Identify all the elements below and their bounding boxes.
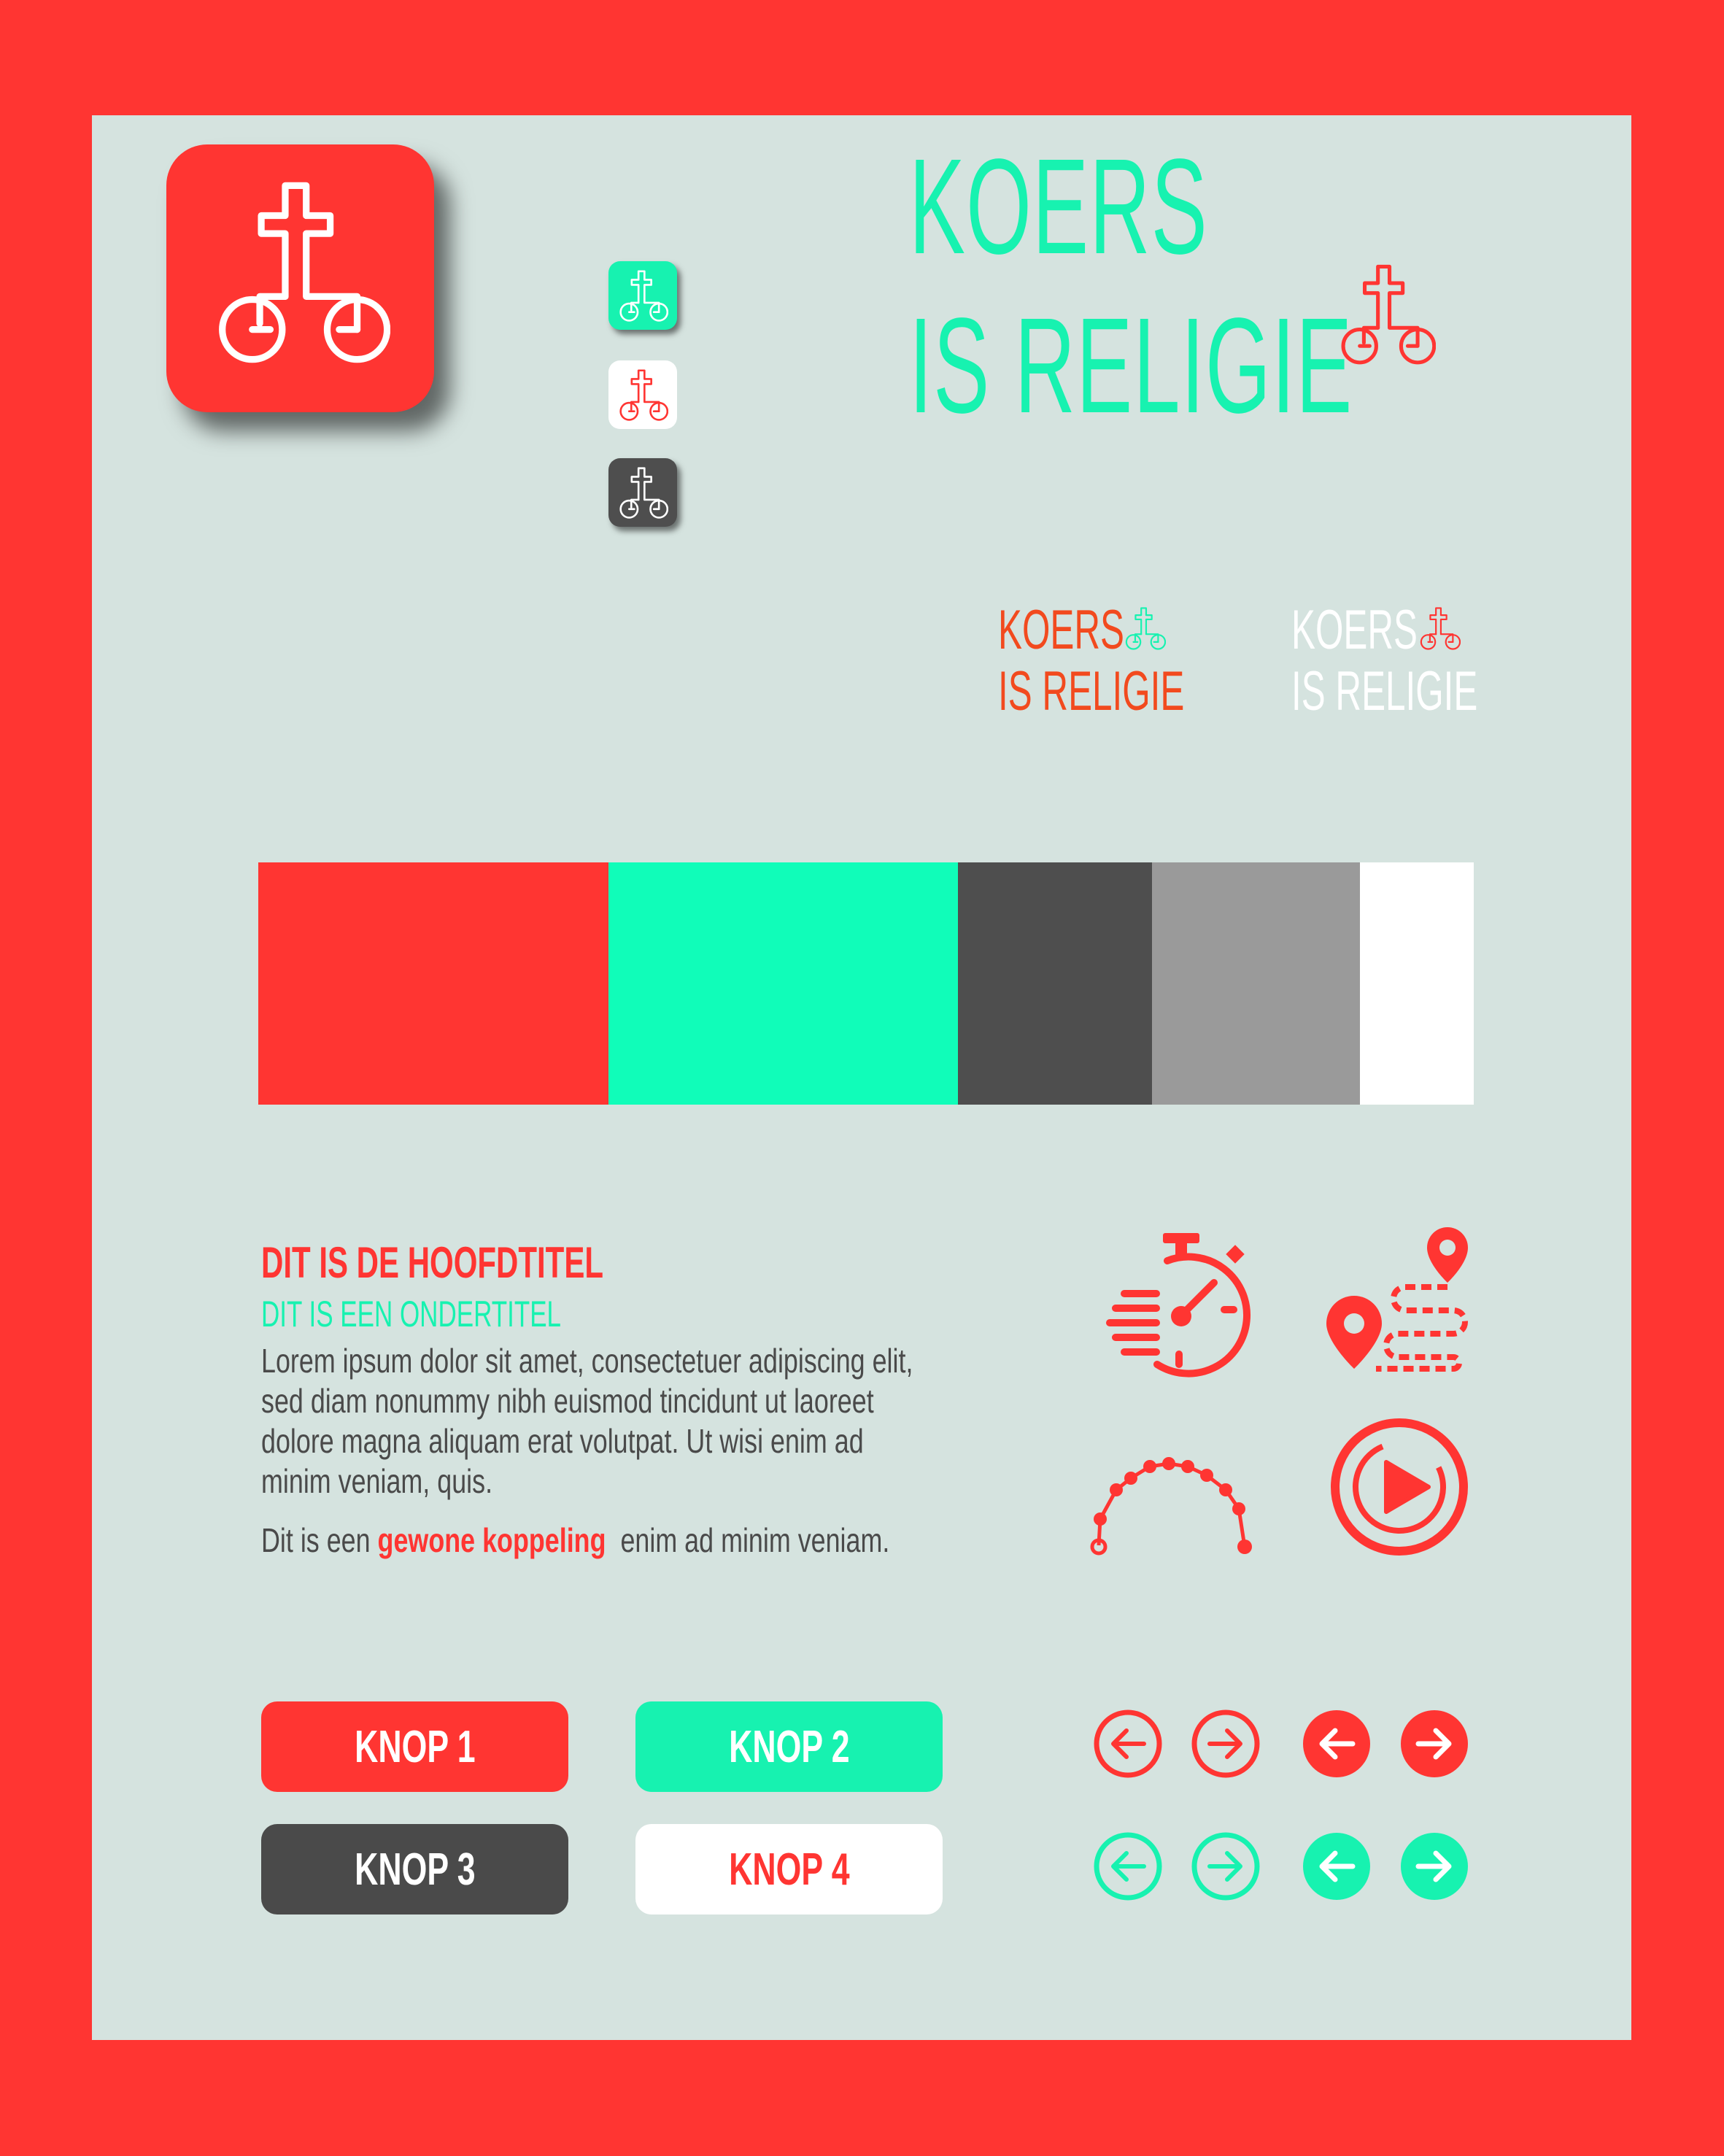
route-map-icon bbox=[1326, 1227, 1468, 1372]
play-button-icon[interactable] bbox=[1328, 1415, 1471, 1558]
button-knop-2[interactable]: KNOP 2 bbox=[635, 1701, 943, 1792]
app-icon-green bbox=[608, 261, 677, 330]
app-icon-dark bbox=[608, 458, 677, 527]
arrow-left-outline-icon[interactable] bbox=[1093, 1709, 1163, 1779]
swatch-green bbox=[608, 862, 958, 1105]
swatch-gray bbox=[1152, 862, 1360, 1105]
arrow-right-outline-icon[interactable] bbox=[1191, 1831, 1261, 1901]
arrow-left-filled-icon[interactable] bbox=[1302, 1709, 1372, 1779]
logo-line-2: IS RELIGIE bbox=[1291, 660, 1478, 722]
subheading-text: DIT IS EEN ONDERTITEL bbox=[261, 1294, 562, 1334]
button-label: KNOP 1 bbox=[354, 1721, 476, 1772]
sample-link[interactable]: gewone koppeling bbox=[378, 1521, 606, 1559]
color-palette bbox=[258, 862, 1474, 1105]
body-text: Lorem ipsum dolor sit amet, consectetuer… bbox=[261, 1341, 1097, 1502]
cross-bicycle-icon bbox=[619, 270, 668, 322]
body-line: Lorem ipsum dolor sit amet, consectetuer… bbox=[261, 1342, 913, 1380]
logo-line-1: KOERS bbox=[1291, 599, 1418, 661]
heading-text: DIT IS DE HOOFDTITEL bbox=[261, 1238, 603, 1287]
arrow-right-filled-icon[interactable] bbox=[1399, 1831, 1469, 1901]
logo-wordmark-large: KOERS IS RELIGIE bbox=[909, 128, 1625, 446]
link-suffix: enim ad minim veniam. bbox=[620, 1521, 890, 1559]
swatch-dark bbox=[958, 862, 1152, 1105]
app-icon-large bbox=[166, 144, 434, 412]
button-knop-4[interactable]: KNOP 4 bbox=[635, 1824, 943, 1914]
cross-bicycle-icon bbox=[619, 467, 668, 519]
elevation-route-icon bbox=[1090, 1457, 1252, 1556]
cross-bicycle-icon bbox=[619, 369, 668, 421]
button-label: KNOP 4 bbox=[728, 1844, 850, 1895]
logo-line-1: KOERS bbox=[909, 131, 1208, 282]
cross-bicycle-icon bbox=[166, 144, 434, 412]
arrow-right-outline-icon[interactable] bbox=[1191, 1709, 1261, 1779]
link-sample: Dit is een gewone koppeling enim ad mini… bbox=[261, 1521, 1067, 1560]
body-line: minim veniam, quis. bbox=[261, 1462, 493, 1500]
link-prefix: Dit is een bbox=[261, 1521, 371, 1559]
heading-sample: DIT IS DE HOOFDTITEL bbox=[261, 1237, 750, 1288]
swatch-red bbox=[258, 862, 608, 1105]
cross-bicycle-icon bbox=[1420, 607, 1461, 650]
logo-line-2: IS RELIGIE bbox=[909, 290, 1353, 441]
stopwatch-icon bbox=[1106, 1233, 1251, 1378]
subheading-sample: DIT IS EEN ONDERTITEL bbox=[261, 1293, 689, 1335]
body-line: sed diam nonummy nibh euismod tincidunt … bbox=[261, 1382, 874, 1420]
arrow-left-outline-icon[interactable] bbox=[1093, 1831, 1163, 1901]
button-knop-3[interactable]: KNOP 3 bbox=[261, 1824, 568, 1914]
button-label: KNOP 3 bbox=[354, 1844, 476, 1895]
cross-bicycle-icon bbox=[1337, 255, 1436, 372]
body-line: dolore magna aliquam erat volutpat. Ut w… bbox=[261, 1422, 864, 1460]
arrow-left-filled-icon[interactable] bbox=[1302, 1831, 1372, 1901]
cross-bicycle-icon bbox=[1125, 607, 1166, 650]
app-icon-white bbox=[608, 360, 677, 429]
button-knop-1[interactable]: KNOP 1 bbox=[261, 1701, 568, 1792]
swatch-white bbox=[1360, 862, 1474, 1105]
logo-line-1: KOERS bbox=[998, 599, 1124, 661]
button-label: KNOP 2 bbox=[728, 1721, 850, 1772]
logo-line-2: IS RELIGIE bbox=[998, 660, 1185, 722]
arrow-right-filled-icon[interactable] bbox=[1399, 1709, 1469, 1779]
